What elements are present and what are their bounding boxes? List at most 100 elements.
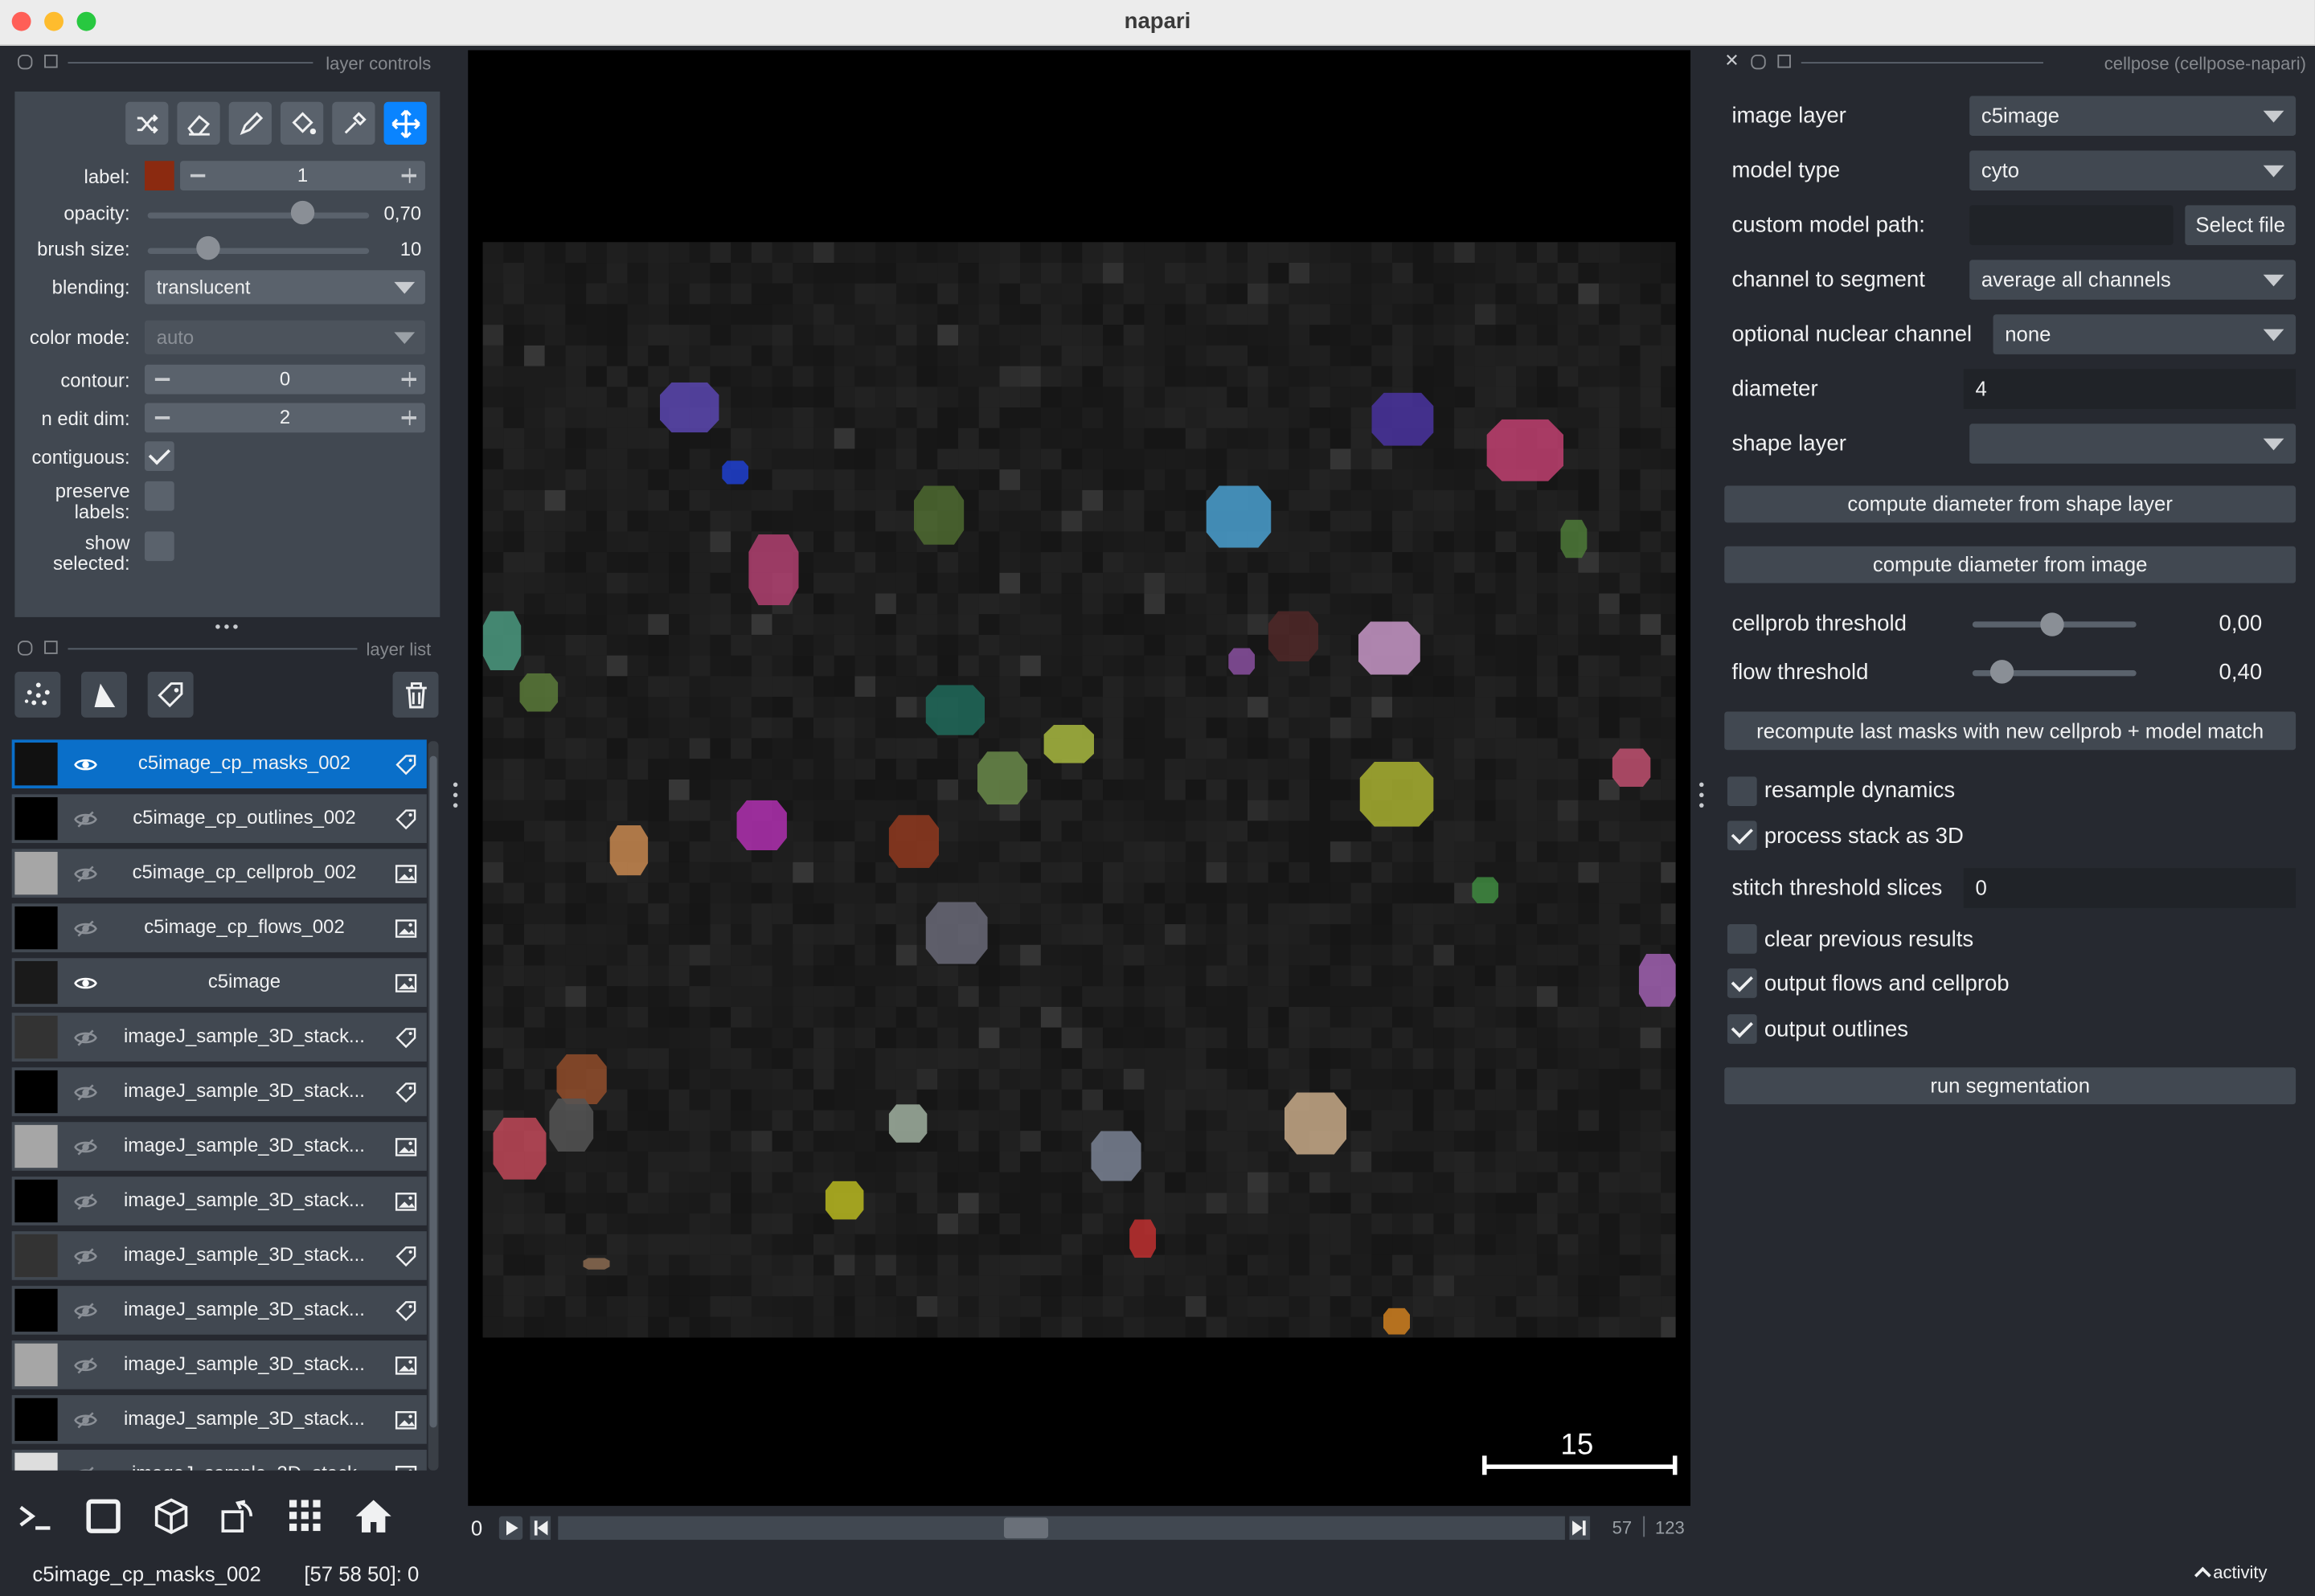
- compute-diameter-image-button[interactable]: compute diameter from image: [1724, 546, 2297, 583]
- shuffle-colors-button[interactable]: [125, 101, 169, 145]
- contour-spinbox[interactable]: 0: [144, 364, 425, 395]
- output-outlines-checkbox[interactable]: [1727, 1014, 1757, 1044]
- layer-row[interactable]: imageJ_sample_3D_stack...: [11, 1340, 427, 1389]
- layer-row[interactable]: imageJ_sample_3D_stack...: [11, 1067, 427, 1116]
- preserve-labels-checkbox[interactable]: [144, 481, 174, 511]
- color-picker-button[interactable]: [332, 101, 375, 145]
- layer-row[interactable]: imageJ_sample_3D_stack...: [11, 1122, 427, 1171]
- grid-view-button[interactable]: [282, 1492, 330, 1540]
- image-icon: [395, 1138, 417, 1156]
- step-back-button[interactable]: [530, 1516, 551, 1541]
- toggle-ndisplay-button[interactable]: [80, 1492, 127, 1540]
- eraser-button[interactable]: [177, 101, 220, 145]
- eye-closed-icon[interactable]: [74, 1354, 97, 1377]
- opacity-slider[interactable]: [147, 212, 370, 219]
- step-forward-button[interactable]: [1569, 1516, 1591, 1541]
- layer-row[interactable]: imageJ_sample_3D_stack...: [11, 1286, 427, 1335]
- paint-brush-button[interactable]: [228, 101, 272, 145]
- layer-row[interactable]: c5image_cp_cellprob_002: [11, 849, 427, 898]
- eye-closed-icon[interactable]: [74, 1463, 97, 1471]
- nuclear-channel-dropdown[interactable]: none: [1993, 314, 2297, 354]
- scrollbar-thumb[interactable]: [429, 755, 437, 1428]
- flow-threshold-handle[interactable]: [1989, 660, 2014, 684]
- layer-row[interactable]: imageJ_sample_3D_stack: [11, 1450, 427, 1471]
- recompute-masks-button[interactable]: recompute last masks with new cellprob +…: [1724, 711, 2297, 751]
- label-spinbox[interactable]: 1: [180, 161, 425, 190]
- new-labels-layer-button[interactable]: [147, 671, 194, 718]
- left-dock-resize-handle[interactable]: [453, 782, 459, 812]
- play-button[interactable]: [498, 1516, 523, 1541]
- layer-row[interactable]: c5image_cp_masks_002: [11, 739, 427, 789]
- cellprob-threshold-handle[interactable]: [2040, 612, 2064, 636]
- layer-row[interactable]: imageJ_sample_3D_stack...: [11, 1395, 427, 1444]
- delete-layer-button[interactable]: [392, 671, 439, 718]
- output-flows-checkbox[interactable]: [1727, 968, 1757, 998]
- eye-closed-icon[interactable]: [74, 1026, 97, 1050]
- stitch-threshold-input[interactable]: 0: [1963, 868, 2297, 908]
- brush-size-slider-handle[interactable]: [196, 235, 220, 260]
- opacity-slider-handle[interactable]: [290, 200, 315, 225]
- dock-splitter-handle[interactable]: [215, 624, 239, 630]
- resample-dynamics-checkbox[interactable]: [1727, 776, 1757, 807]
- roll-dimensions-button[interactable]: [214, 1492, 261, 1540]
- console-button[interactable]: [12, 1492, 59, 1540]
- undock-icon[interactable]: [44, 640, 58, 654]
- eye-closed-icon[interactable]: [74, 862, 97, 886]
- pan-zoom-button[interactable]: [383, 101, 427, 145]
- viewer-canvas[interactable]: 15: [468, 50, 1691, 1506]
- dims-slider-handle[interactable]: [1003, 1517, 1049, 1539]
- cell-mask: [556, 1054, 607, 1105]
- home-button[interactable]: [350, 1492, 397, 1540]
- new-points-layer-button[interactable]: [14, 671, 61, 718]
- layer-row[interactable]: imageJ_sample_3D_stack...: [11, 1177, 427, 1226]
- custom-model-path-input[interactable]: [1969, 205, 2174, 245]
- image-display[interactable]: [482, 242, 1676, 1338]
- blending-dropdown[interactable]: translucent: [144, 270, 425, 305]
- close-icon[interactable]: ✕: [1724, 50, 1739, 71]
- float-icon[interactable]: [1751, 54, 1766, 70]
- channel-to-segment-dropdown[interactable]: average all channels: [1969, 260, 2297, 300]
- labels-icon: [395, 755, 416, 775]
- layer-row[interactable]: c5image: [11, 958, 427, 1007]
- color-mode-dropdown[interactable]: auto: [144, 320, 425, 354]
- eye-closed-icon[interactable]: [74, 1136, 97, 1159]
- float-icon[interactable]: [18, 54, 33, 70]
- right-dock-resize-handle[interactable]: [1699, 782, 1705, 812]
- clear-previous-checkbox[interactable]: [1727, 924, 1757, 954]
- eye-closed-icon[interactable]: [74, 917, 97, 940]
- contiguous-checkbox[interactable]: [144, 441, 174, 472]
- process-3d-checkbox[interactable]: [1727, 821, 1757, 851]
- layer-row[interactable]: c5image_cp_flows_002: [11, 903, 427, 952]
- run-segmentation-button[interactable]: run segmentation: [1724, 1067, 2297, 1105]
- eye-closed-icon[interactable]: [74, 1245, 97, 1268]
- select-file-button[interactable]: Select file: [2185, 205, 2297, 245]
- model-type-dropdown[interactable]: cyto: [1969, 150, 2297, 190]
- image-layer-dropdown[interactable]: c5image: [1969, 96, 2297, 137]
- eye-closed-icon[interactable]: [74, 808, 97, 831]
- layer-thumbnail: [14, 743, 58, 786]
- layer-row[interactable]: imageJ_sample_3D_stack...: [11, 1231, 427, 1280]
- n-edit-dim-spinbox[interactable]: 2: [144, 403, 425, 433]
- layer-list-scrollbar[interactable]: [428, 741, 439, 1471]
- fill-bucket-button[interactable]: [280, 101, 324, 145]
- float-icon[interactable]: [18, 640, 33, 656]
- eye-closed-icon[interactable]: [74, 1081, 97, 1104]
- compute-diameter-shape-button[interactable]: compute diameter from shape layer: [1724, 485, 2297, 523]
- dims-slider[interactable]: [558, 1516, 1565, 1541]
- undock-icon[interactable]: [1777, 54, 1791, 68]
- activity-button[interactable]: activity: [2194, 1562, 2268, 1584]
- show-selected-checkbox[interactable]: [144, 531, 174, 562]
- eye-closed-icon[interactable]: [74, 1190, 97, 1213]
- eye-icon[interactable]: [74, 753, 97, 776]
- layer-row[interactable]: c5image_cp_outlines_002: [11, 794, 427, 843]
- eye-closed-icon[interactable]: [74, 1299, 97, 1323]
- eye-icon[interactable]: [74, 972, 97, 995]
- eye-closed-icon[interactable]: [74, 1409, 97, 1432]
- 3d-view-button[interactable]: [148, 1492, 195, 1540]
- undock-icon[interactable]: [44, 54, 58, 68]
- shape-layer-dropdown[interactable]: [1969, 424, 2297, 464]
- layer-row[interactable]: imageJ_sample_3D_stack...: [11, 1013, 427, 1062]
- diameter-input[interactable]: 4: [1963, 369, 2297, 409]
- brush-size-slider[interactable]: [147, 248, 370, 254]
- new-shapes-layer-button[interactable]: [81, 671, 127, 718]
